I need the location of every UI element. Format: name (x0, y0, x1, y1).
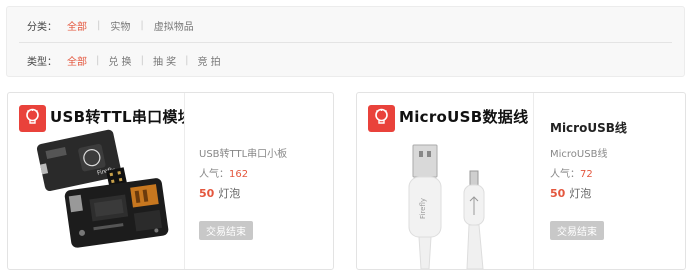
separator: | (97, 19, 101, 31)
product-card[interactable]: USB转TTL串口模块 Firefly USB转TTL串口小板 人气：162 5… (7, 92, 334, 270)
type-option-all[interactable]: 全部 (67, 53, 87, 68)
price-unit: 灯泡 (569, 187, 592, 200)
trade-ended-button[interactable]: 交易结束 (550, 221, 604, 240)
type-option-exchange[interactable]: 兑 换 (108, 53, 131, 68)
product-popularity: 人气：162 (199, 165, 248, 180)
category-option-all[interactable]: 全部 (67, 18, 87, 33)
popularity-label: 人气： (199, 169, 229, 180)
svg-text:Firefly: Firefly (419, 198, 427, 219)
type-option-auction[interactable]: 竞 拍 (198, 53, 221, 68)
product-name[interactable]: MicroUSB线 (550, 119, 627, 136)
popularity-value: 72 (580, 169, 593, 180)
product-image[interactable]: USB转TTL串口模块 Firefly (8, 93, 185, 269)
category-option-physical[interactable]: 实物 (110, 18, 130, 33)
product-info: MicroUSB线 MicroUSB线 人气：72 50 灯泡 交易结束 (547, 93, 685, 269)
separator: | (96, 54, 100, 66)
type-filter-label: 类型： (27, 56, 57, 68)
product-price: 50 灯泡 (199, 185, 240, 201)
product-image[interactable]: MicroUSB数据线 Firefly (357, 93, 534, 269)
trade-ended-button[interactable]: 交易结束 (199, 221, 253, 240)
popularity-value: 162 (229, 169, 249, 180)
type-option-lottery[interactable]: 抽 奖 (153, 53, 176, 68)
category-filter-row: 分类： 全部 | 实物 | 虚拟物品 (7, 8, 684, 42)
product-card[interactable]: MicroUSB数据线 Firefly MicroUSB线 MicroUSB线 … (356, 92, 686, 270)
product-subtitle: MicroUSB线 (550, 149, 608, 160)
product-subtitle: USB转TTL串口小板 (199, 149, 288, 160)
popularity-label: 人气： (550, 169, 580, 180)
usb-ttl-module-illustration: Firefly (36, 129, 169, 248)
separator: | (140, 19, 144, 31)
category-option-virtual[interactable]: 虚拟物品 (154, 18, 194, 33)
product-info: USB转TTL串口小板 人气：162 50 灯泡 交易结束 (198, 93, 333, 269)
product-popularity: 人气：72 (550, 165, 593, 180)
price-value: 50 (550, 187, 566, 200)
type-filter-row: 类型： 全部 | 兑 换 | 抽 奖 | 竞 拍 (7, 43, 684, 77)
separator: | (185, 54, 189, 66)
micro-usb-cable-illustration: Firefly (408, 144, 485, 269)
product-price: 50 灯泡 (550, 185, 591, 201)
price-unit: 灯泡 (218, 187, 241, 200)
category-filter-label: 分类： (27, 21, 57, 33)
filter-panel: 分类： 全部 | 实物 | 虚拟物品 类型： 全部 | 兑 换 | 抽 奖 | … (6, 6, 685, 77)
price-value: 50 (199, 187, 215, 200)
separator: | (140, 54, 144, 66)
